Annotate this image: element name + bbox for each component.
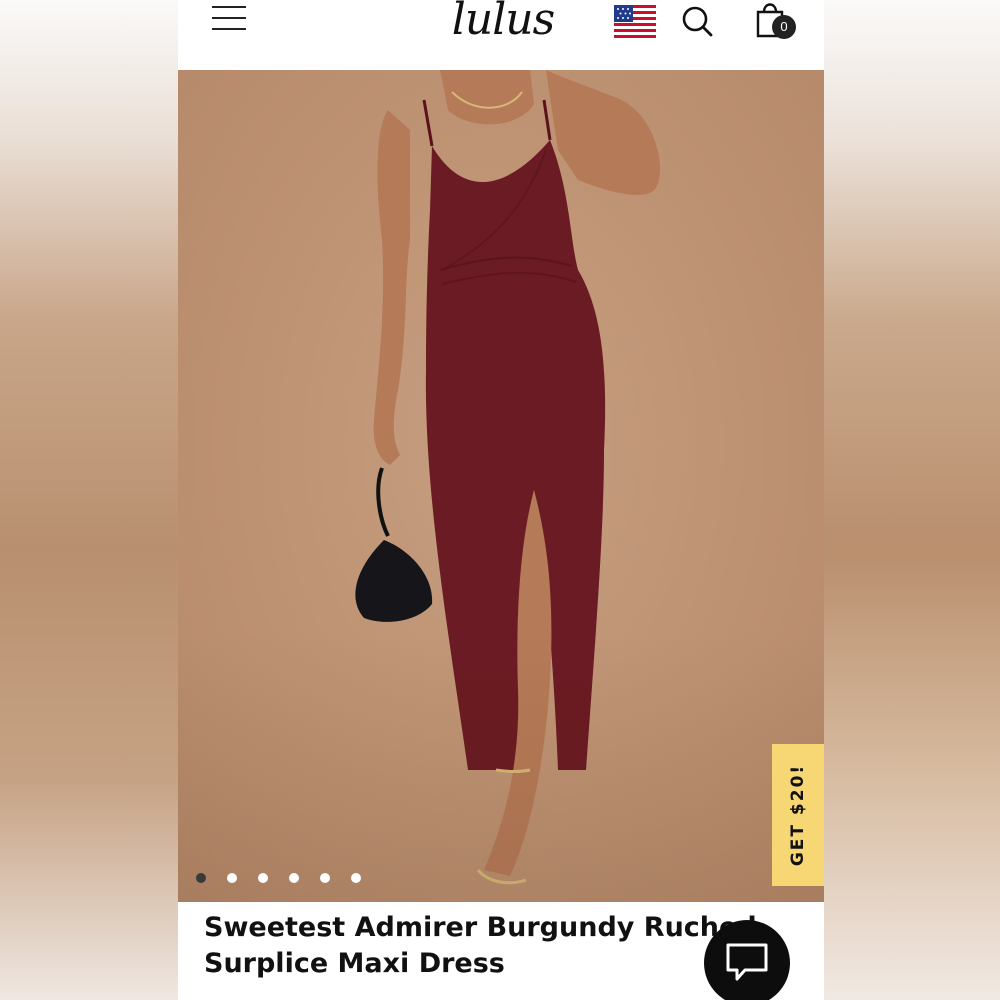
gallery-dot-5[interactable] [320, 873, 330, 883]
gallery-dot-2[interactable] [227, 873, 237, 883]
chat-bubble-icon [726, 943, 768, 981]
gallery-dot-6[interactable] [351, 873, 361, 883]
background-blur-right [824, 0, 1000, 1000]
search-icon[interactable] [680, 4, 714, 38]
site-header: lulus 0 [178, 0, 824, 71]
product-image[interactable] [178, 70, 824, 902]
brand-logo[interactable]: lulus [428, 0, 578, 48]
us-flag-icon[interactable] [614, 5, 656, 39]
gallery-dot-1[interactable] [196, 873, 206, 883]
gallery-dot-3[interactable] [258, 873, 268, 883]
gallery-dot-4[interactable] [289, 873, 299, 883]
cart-count-badge: 0 [772, 15, 796, 39]
phone-screen: lulus 0 GET $20! Sweetest Admirer Burgun… [178, 0, 824, 1000]
hamburger-menu-icon[interactable] [212, 6, 246, 32]
floor-shadow [178, 630, 824, 902]
chat-button[interactable] [704, 920, 790, 1000]
background-blur-left [0, 0, 178, 1000]
promo-tab[interactable]: GET $20! [772, 744, 824, 886]
promo-tab-label: GET $20! [788, 763, 808, 867]
gallery-pagination [196, 870, 382, 883]
